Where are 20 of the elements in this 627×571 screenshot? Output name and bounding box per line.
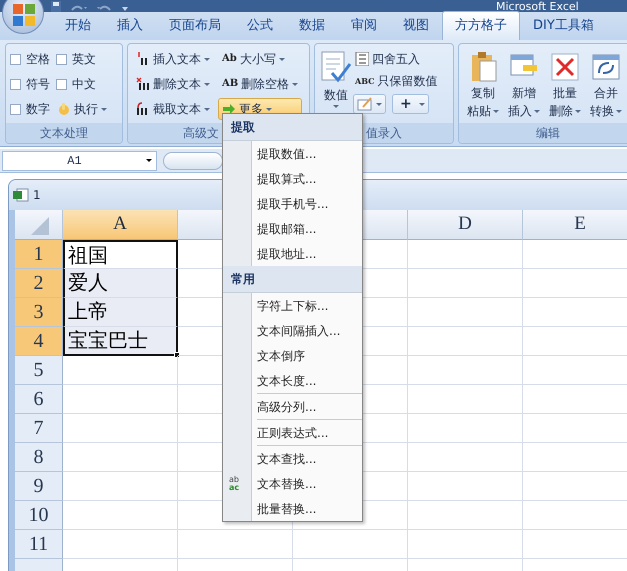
cell-text: 祖国 [67,242,109,269]
cell-text: 宝宝巴士 [67,327,149,354]
group-label: 编辑 [459,123,627,143]
checkbox-label: 英文 [72,51,96,68]
replace-icon: ab ac [229,476,243,492]
text-case-icon: ABC [355,77,374,85]
plus-icon: + [396,94,416,114]
checkbox-label: 空格 [26,51,50,68]
group-label: 文本处理 [6,123,122,143]
window-title: Microsoft Excel [496,1,579,12]
workbook-title: 1 [33,187,41,204]
text-case-icon: Ab [222,54,237,64]
menu-section-header: 常用 [223,266,362,293]
checkbox-label: 符号 [26,76,50,93]
text-case-icon: AB [222,79,238,89]
cell-text: 爱人 [67,269,109,296]
checkbox-label: 中文 [72,76,96,93]
menu-section-header: 提取 [223,114,362,141]
cell-text: 上帝 [67,298,109,325]
checkbox-label: 数字 [26,101,50,118]
